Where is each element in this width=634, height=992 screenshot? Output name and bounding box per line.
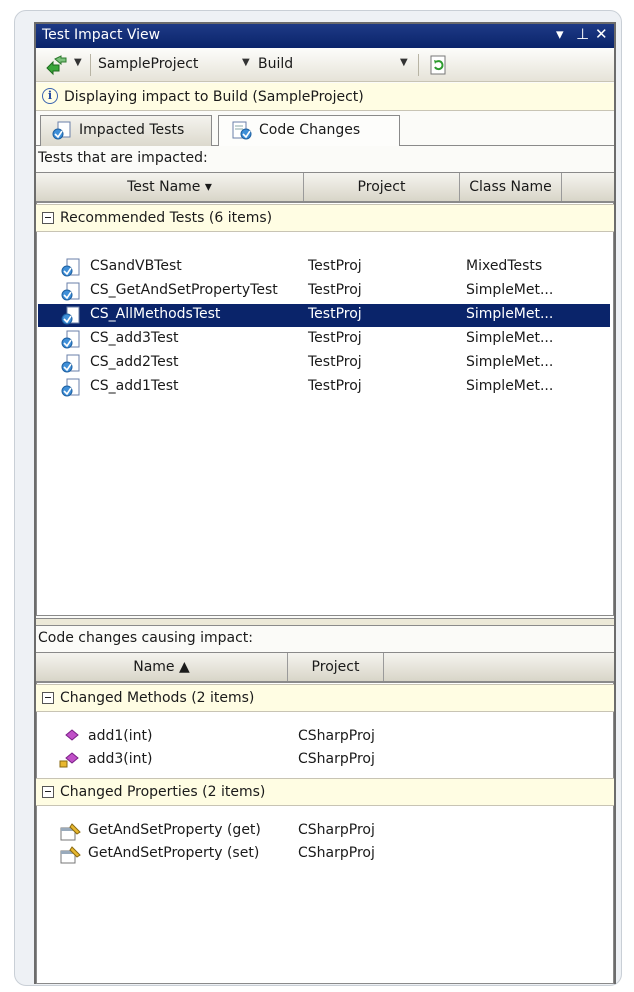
test-name: CS_add3Test	[90, 330, 179, 346]
test-project: TestProj	[308, 330, 362, 346]
project-combo-arrow[interactable]: ▼	[242, 57, 250, 68]
property-icon	[58, 845, 82, 869]
tab-code-changes-label: Code Changes	[259, 122, 361, 138]
list-item[interactable]: GetAndSetProperty (get) CSharpProj	[36, 820, 614, 843]
column-class-name[interactable]: Class Name	[460, 173, 562, 201]
test-icon	[60, 330, 82, 354]
property-project: CSharpProj	[298, 845, 375, 861]
test-name: CS_GetAndSetPropertyTest	[90, 282, 278, 298]
collapse-toggle[interactable]	[42, 692, 54, 704]
test-project: TestProj	[308, 354, 362, 370]
test-project: TestProj	[308, 282, 362, 298]
table-row[interactable]: CS_AllMethodsTest TestProj SimpleMet...	[38, 304, 610, 327]
test-class: MixedTests	[466, 258, 543, 274]
table-row[interactable]: CS_add3Test TestProj SimpleMet...	[38, 328, 610, 351]
code-changes-icon	[231, 121, 253, 145]
title-bar: Test Impact View ▾ ⊥ ✕	[36, 24, 614, 48]
column-project[interactable]: Project	[288, 653, 384, 681]
test-project: TestProj	[308, 378, 362, 394]
column-project[interactable]: Project	[304, 173, 460, 201]
info-bar: i Displaying impact to Build (SampleProj…	[36, 83, 614, 111]
run-tests-icon[interactable]	[44, 54, 70, 80]
group-changed-properties[interactable]: Changed Properties (2 items)	[36, 778, 614, 806]
tab-impacted-tests[interactable]: Impacted Tests	[40, 115, 212, 146]
test-project: TestProj	[308, 258, 362, 274]
group-label: Recommended Tests (6 items)	[60, 210, 273, 226]
build-combo-arrow[interactable]: ▼	[400, 57, 408, 68]
test-name: CS_add1Test	[90, 378, 179, 394]
method-name: add3(int)	[88, 751, 153, 767]
method-icon	[62, 728, 82, 750]
table-row[interactable]: CS_GetAndSetPropertyTest TestProj SimpleMe…	[38, 280, 610, 303]
property-project: CSharpProj	[298, 822, 375, 838]
changes-section-label: Code changes causing impact:	[38, 630, 253, 646]
impacted-column-header: Test Name ▾ Project Class Name	[36, 172, 614, 202]
method-project: CSharpProj	[298, 728, 375, 744]
info-message: Displaying impact to Build (SampleProjec…	[64, 89, 364, 105]
view-tabs: Impacted Tests Code Changes	[36, 112, 614, 146]
test-class: SimpleMet...	[466, 354, 554, 370]
group-label: Changed Methods (2 items)	[60, 690, 255, 706]
test-name: CS_add2Test	[90, 354, 179, 370]
close-button[interactable]: ✕	[595, 25, 608, 43]
auto-hide-pin-button[interactable]: ⊥	[576, 25, 589, 43]
toolbar-separator	[418, 54, 419, 76]
impacted-section-label: Tests that are impacted:	[38, 150, 208, 166]
test-impact-view-window: Test Impact View ▾ ⊥ ✕ ▼ SampleProject ▼…	[34, 22, 616, 984]
test-icon	[60, 378, 82, 402]
collapse-toggle[interactable]	[42, 212, 54, 224]
column-name[interactable]: Name ▲	[36, 653, 288, 681]
project-combo[interactable]: SampleProject	[98, 56, 198, 72]
toolbar-separator	[90, 54, 91, 76]
test-project: TestProj	[308, 306, 362, 322]
pane-splitter[interactable]	[36, 618, 614, 626]
test-icon	[60, 306, 82, 330]
toolbar: ▼ SampleProject ▼ Build ▼	[36, 48, 614, 82]
test-icon	[60, 258, 82, 282]
method-project: CSharpProj	[298, 751, 375, 767]
method-name: add1(int)	[88, 728, 153, 744]
list-item[interactable]: add3(int) CSharpProj	[36, 749, 614, 772]
window-title: Test Impact View	[42, 27, 161, 43]
list-item[interactable]: add1(int) CSharpProj	[36, 726, 614, 749]
build-combo[interactable]: Build	[258, 56, 293, 72]
method-icon	[58, 751, 82, 773]
test-name: CS_AllMethodsTest	[90, 306, 221, 322]
test-class: SimpleMet...	[466, 282, 554, 298]
test-name: CSandVBTest	[90, 258, 182, 274]
run-tests-dropdown-arrow[interactable]: ▼	[74, 57, 82, 68]
refresh-icon[interactable]	[428, 54, 450, 80]
group-label: Changed Properties (2 items)	[60, 784, 266, 800]
group-changed-methods[interactable]: Changed Methods (2 items)	[36, 684, 614, 712]
changes-column-header: Name ▲ Project	[36, 652, 614, 682]
group-recommended-tests[interactable]: Recommended Tests (6 items)	[36, 204, 614, 232]
window-position-button[interactable]: ▾	[556, 25, 564, 43]
test-class: SimpleMet...	[466, 306, 554, 322]
impacted-tests-icon	[51, 121, 73, 145]
tab-impacted-tests-label: Impacted Tests	[79, 122, 185, 138]
property-name: GetAndSetProperty (set)	[88, 845, 260, 861]
table-row[interactable]: CSandVBTest TestProj MixedTests	[38, 256, 610, 279]
property-name: GetAndSetProperty (get)	[88, 822, 261, 838]
info-icon: i	[42, 88, 58, 104]
table-row[interactable]: CS_add2Test TestProj SimpleMet...	[38, 352, 610, 375]
tab-code-changes[interactable]: Code Changes	[218, 115, 400, 146]
column-test-name[interactable]: Test Name ▾	[36, 173, 304, 201]
list-item[interactable]: GetAndSetProperty (set) CSharpProj	[36, 843, 614, 866]
test-icon	[60, 354, 82, 378]
test-class: SimpleMet...	[466, 330, 554, 346]
test-icon	[60, 282, 82, 306]
table-row[interactable]: CS_add1Test TestProj SimpleMet...	[38, 376, 610, 399]
collapse-toggle[interactable]	[42, 786, 54, 798]
test-class: SimpleMet...	[466, 378, 554, 394]
